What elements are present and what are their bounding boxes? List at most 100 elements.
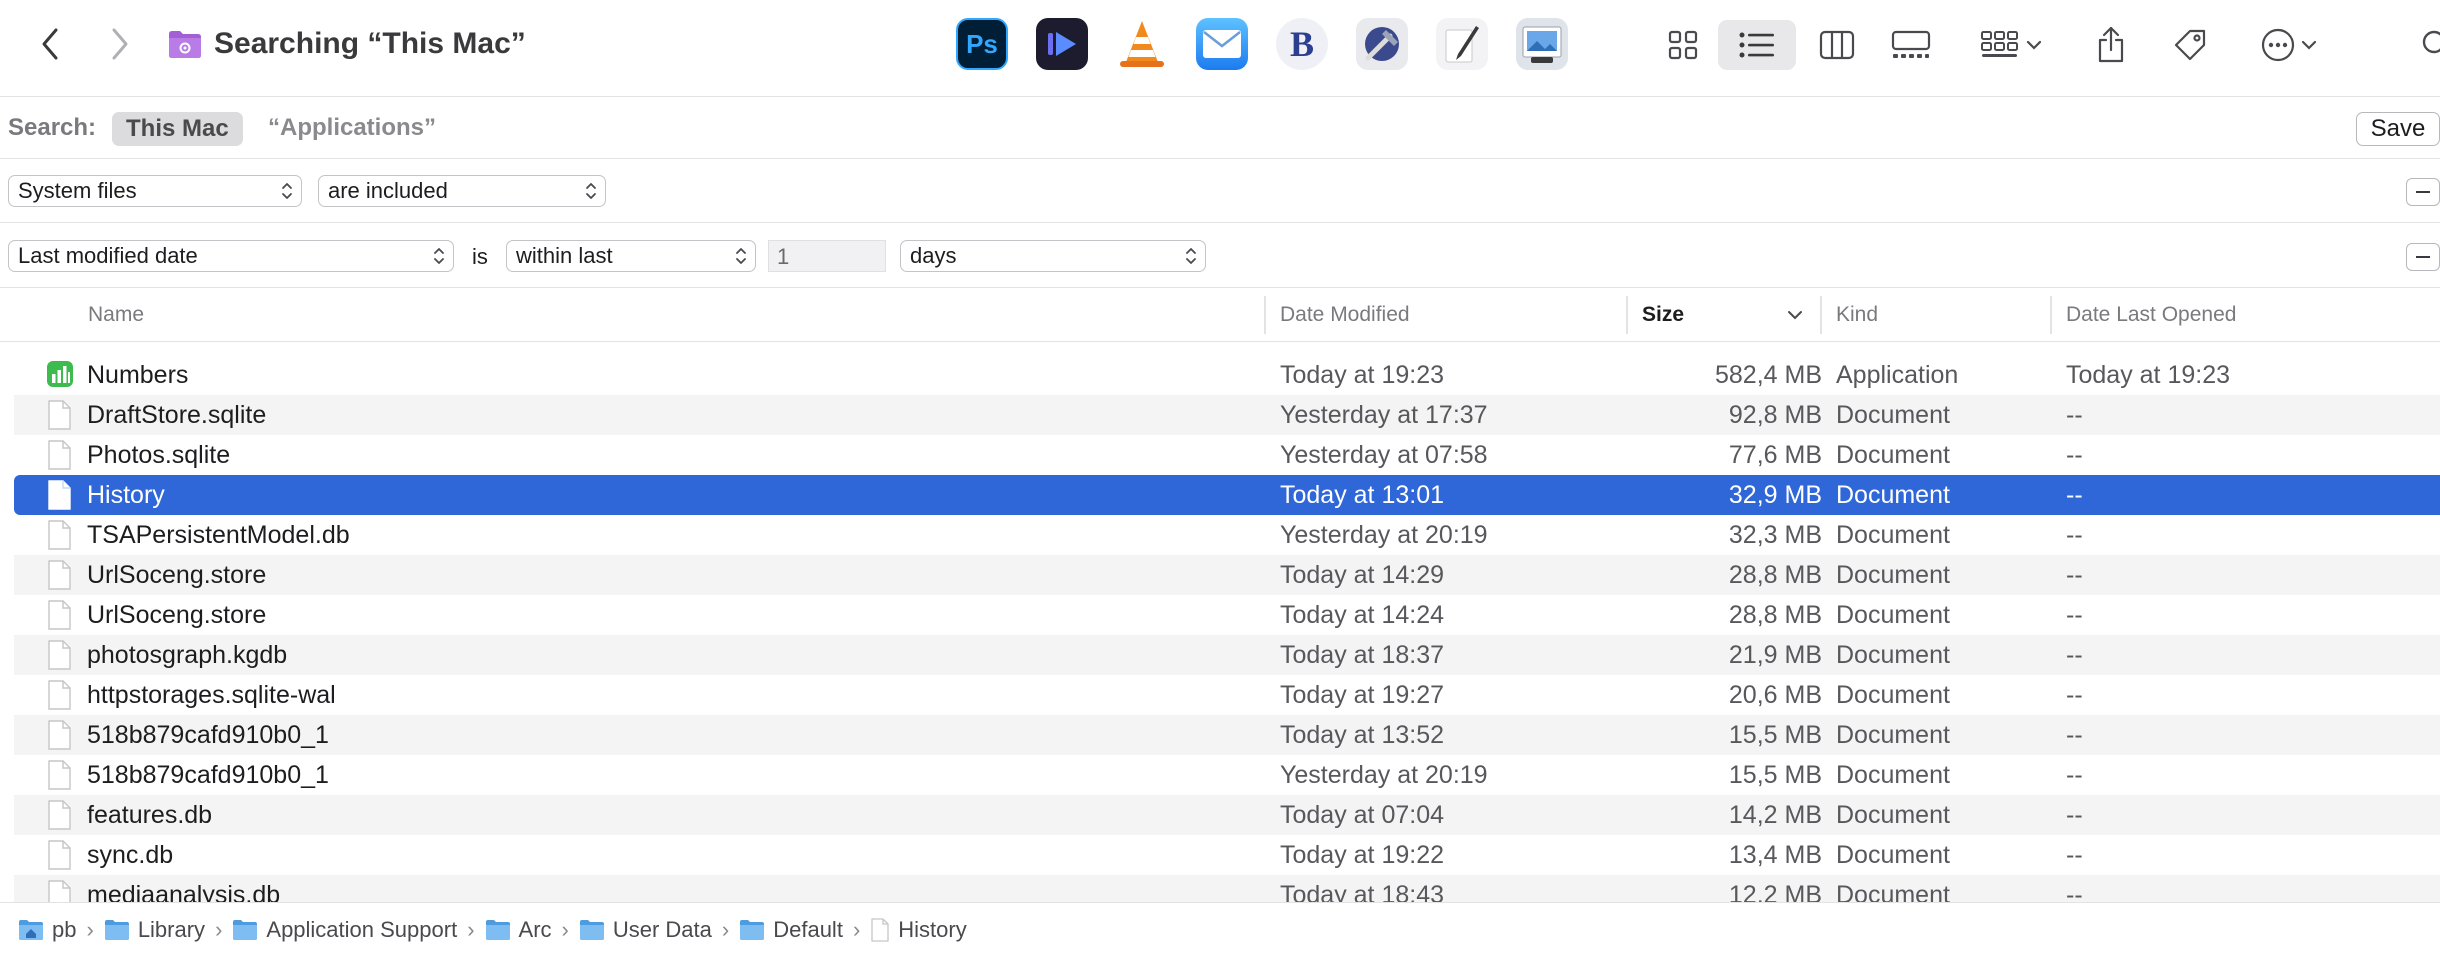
column-header-size[interactable]: Size <box>1642 288 1684 342</box>
scope-applications-button[interactable]: “Applications” <box>268 114 436 142</box>
table-row[interactable]: 518b879cafd910b0_1 Yesterday at 20:19 15,5… <box>14 755 2440 795</box>
traffic-cone-icon <box>1120 21 1164 67</box>
criteria-attribute-popup[interactable]: Last modified date <box>8 240 454 272</box>
file-date-modified: Yesterday at 20:19 <box>1280 761 1488 789</box>
infuse-app-icon[interactable] <box>1036 18 1088 70</box>
gallery-icon <box>1891 30 1931 58</box>
column-divider[interactable] <box>1626 296 1628 334</box>
criteria-operator-popup[interactable]: within last <box>506 240 756 272</box>
file-name: sync.db <box>87 841 174 869</box>
xcode-instruments-app-icon[interactable] <box>1356 18 1408 70</box>
search-button[interactable] <box>2420 20 2440 70</box>
file-list[interactable]: Numbers Today at 19:23 582,4 MB Application… <box>0 355 2440 902</box>
preview-app-icon[interactable] <box>1516 18 1568 70</box>
breadcrumb-label: pb <box>52 917 77 942</box>
table-row[interactable]: DraftStore.sqlite Yesterday at 17:37 92,8 … <box>14 395 2440 435</box>
table-row[interactable]: photosgraph.kgdb Today at 18:37 21,9 MB Doc… <box>14 635 2440 675</box>
table-row[interactable]: UrlSoceng.store Today at 14:29 28,8 MB Docu… <box>14 555 2440 595</box>
remove-criteria-button[interactable] <box>2406 243 2440 271</box>
table-row[interactable]: httpstorages.sqlite-wal Today at 19:27 20,… <box>14 675 2440 715</box>
table-row[interactable]: 518b879cafd910b0_1 Today at 13:52 15,5 MB D… <box>14 715 2440 755</box>
column-view-button[interactable] <box>1814 20 1860 70</box>
column-header-date-modified[interactable]: Date Modified <box>1280 288 1410 342</box>
table-row[interactable]: sync.db Today at 19:22 13,4 MB Document -- <box>14 835 2440 875</box>
table-row[interactable]: UrlSoceng.store Today at 14:24 28,8 MB Docu… <box>14 595 2440 635</box>
breadcrumb-item[interactable]: History <box>870 917 967 943</box>
gallery-view-button[interactable] <box>1886 20 1936 70</box>
criteria-value-input[interactable]: 1 <box>768 240 886 272</box>
share-icon <box>2098 26 2124 63</box>
file-date-last-opened: -- <box>2066 681 2083 709</box>
chevron-down-icon <box>2301 40 2317 50</box>
column-divider[interactable] <box>2050 296 2052 334</box>
criteria-operator-popup[interactable]: are included <box>318 175 606 207</box>
tag-icon <box>2174 29 2206 61</box>
more-actions-button[interactable] <box>2252 20 2326 70</box>
folder-icon <box>485 919 511 941</box>
save-search-button[interactable]: Save <box>2356 112 2440 146</box>
file-name: mediaanalysis.db <box>87 881 281 902</box>
file-date-modified: Today at 19:23 <box>1280 361 1445 389</box>
ellipsis-circle-icon <box>2261 28 2295 62</box>
file-kind: Document <box>1836 561 1950 589</box>
column-divider[interactable] <box>1264 296 1266 334</box>
mail-app-icon[interactable] <box>1196 18 1248 70</box>
column-header-date-last-opened[interactable]: Date Last Opened <box>2066 288 2236 342</box>
up-down-chevron-icon <box>434 248 444 264</box>
column-header-kind[interactable]: Kind <box>1836 288 1878 342</box>
up-down-chevron-icon <box>736 248 746 264</box>
icon-view-button[interactable] <box>1660 20 1706 70</box>
column-divider[interactable] <box>1820 296 1822 334</box>
breadcrumb-item[interactable]: User Data <box>579 917 712 943</box>
table-row[interactable]: mediaanalysis.db Today at 18:43 12,2 MB Doc… <box>14 875 2440 902</box>
list-icon <box>1739 32 1774 58</box>
column-header-name[interactable]: Name <box>88 288 144 342</box>
script-editor-app-icon[interactable] <box>1436 18 1488 70</box>
chevron-left-icon <box>42 28 58 60</box>
criteria-connector-label: is <box>472 244 488 269</box>
file-name: History <box>87 481 165 509</box>
grid-icon <box>1668 30 1698 60</box>
file-date-modified: Today at 18:43 <box>1280 881 1445 902</box>
file-date-last-opened: -- <box>2066 481 2083 509</box>
breadcrumb-item[interactable]: pb <box>18 917 76 943</box>
bbedit-app-icon[interactable]: B <box>1276 18 1328 70</box>
file-kind: Document <box>1836 761 1950 789</box>
file-name: 518b879cafd910b0_1 <box>87 721 329 749</box>
vlc-app-icon[interactable] <box>1116 18 1168 70</box>
file-name: UrlSoceng.store <box>87 561 267 589</box>
sort-descending-icon[interactable] <box>1786 309 1804 321</box>
tags-button[interactable] <box>2166 20 2214 70</box>
file-size: 15,5 MB <box>1728 721 1822 749</box>
criteria-unit-popup[interactable]: days <box>900 240 1206 272</box>
file-date-last-opened: -- <box>2066 521 2083 549</box>
table-row-selected[interactable]: History Today at 13:01 32,9 MB Document -- <box>14 475 2440 515</box>
breadcrumb-item[interactable]: Arc <box>485 917 552 943</box>
document-icon <box>46 640 72 670</box>
folder-icon <box>232 919 258 941</box>
table-row[interactable]: features.db Today at 07:04 14,2 MB Document… <box>14 795 2440 835</box>
share-button[interactable] <box>2088 20 2134 70</box>
remove-criteria-button[interactable] <box>2406 178 2440 206</box>
breadcrumb-label: User Data <box>612 917 712 942</box>
folder-icon <box>579 919 605 941</box>
criteria-attribute-value: System files <box>18 178 137 203</box>
scope-this-mac-button[interactable]: This Mac <box>112 112 243 146</box>
list-view-button[interactable] <box>1718 20 1796 70</box>
group-by-button[interactable] <box>1974 20 2048 70</box>
criteria-attribute-popup[interactable]: System files <box>8 175 302 207</box>
forward-button[interactable] <box>100 22 140 66</box>
file-size: 12,2 MB <box>1728 881 1822 902</box>
breadcrumb-item[interactable]: Default <box>739 917 843 943</box>
file-date-modified: Yesterday at 07:58 <box>1280 441 1488 469</box>
back-button[interactable] <box>30 22 70 66</box>
table-row[interactable]: Numbers Today at 19:23 582,4 MB Application… <box>14 355 2440 395</box>
breadcrumb-item[interactable]: Application Support <box>232 917 457 943</box>
table-row[interactable]: TSAPersistentModel.db Yesterday at 20:19 3… <box>14 515 2440 555</box>
file-kind: Document <box>1836 441 1950 469</box>
folder-icon <box>104 919 130 941</box>
breadcrumb-item[interactable]: Library <box>104 917 205 943</box>
photoshop-app-icon[interactable]: Ps <box>956 18 1008 70</box>
file-name: Numbers <box>87 361 189 389</box>
table-row[interactable]: Photos.sqlite Yesterday at 07:58 77,6 MB Do… <box>14 435 2440 475</box>
